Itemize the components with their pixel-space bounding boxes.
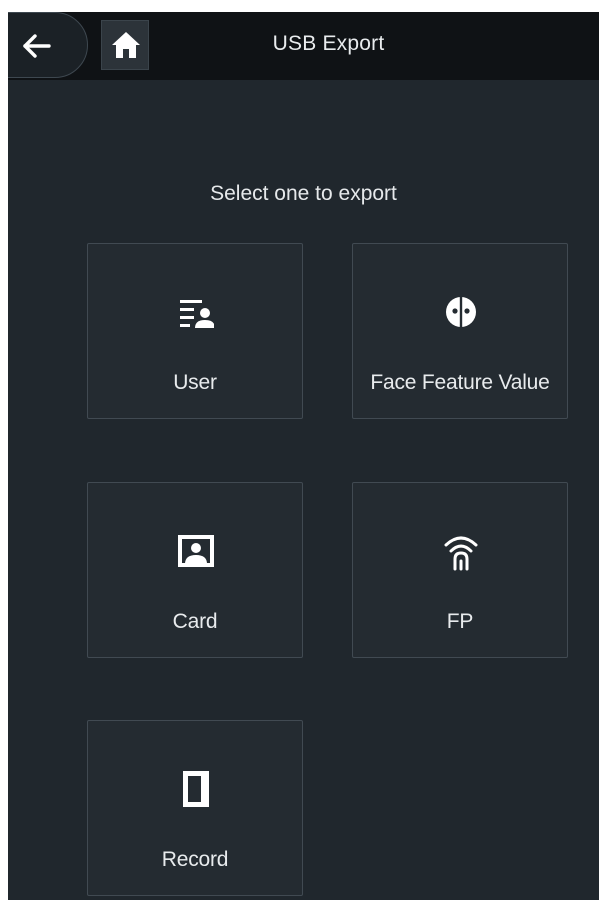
home-icon [112, 32, 140, 58]
user-list-icon [180, 300, 214, 328]
export-fp-button[interactable]: FP [352, 482, 568, 658]
header-bar: USB Export [8, 12, 599, 80]
export-card-button[interactable]: Card [87, 482, 303, 658]
export-record-button[interactable]: Record [87, 720, 303, 896]
export-face-feature-button[interactable]: Face Feature Value [352, 243, 568, 419]
export-record-label: Record [161, 848, 229, 871]
face-icon [446, 297, 476, 327]
export-card-label: Card [172, 610, 218, 633]
back-button[interactable] [8, 12, 88, 78]
export-prompt: Select one to export [210, 182, 397, 205]
export-user-button[interactable]: User [87, 243, 303, 419]
fingerprint-icon [444, 536, 478, 571]
card-icon [178, 535, 214, 567]
arrow-left-icon [23, 34, 51, 58]
export-user-label: User [173, 371, 217, 394]
home-button[interactable] [101, 20, 149, 70]
export-fp-label: FP [446, 610, 474, 633]
usb-export-screen: USB Export Select one to export User Fac… [8, 12, 599, 900]
export-face-feature-label: Face Feature Value [370, 371, 550, 394]
page-title: USB Export [272, 32, 385, 55]
record-door-icon [183, 771, 209, 807]
